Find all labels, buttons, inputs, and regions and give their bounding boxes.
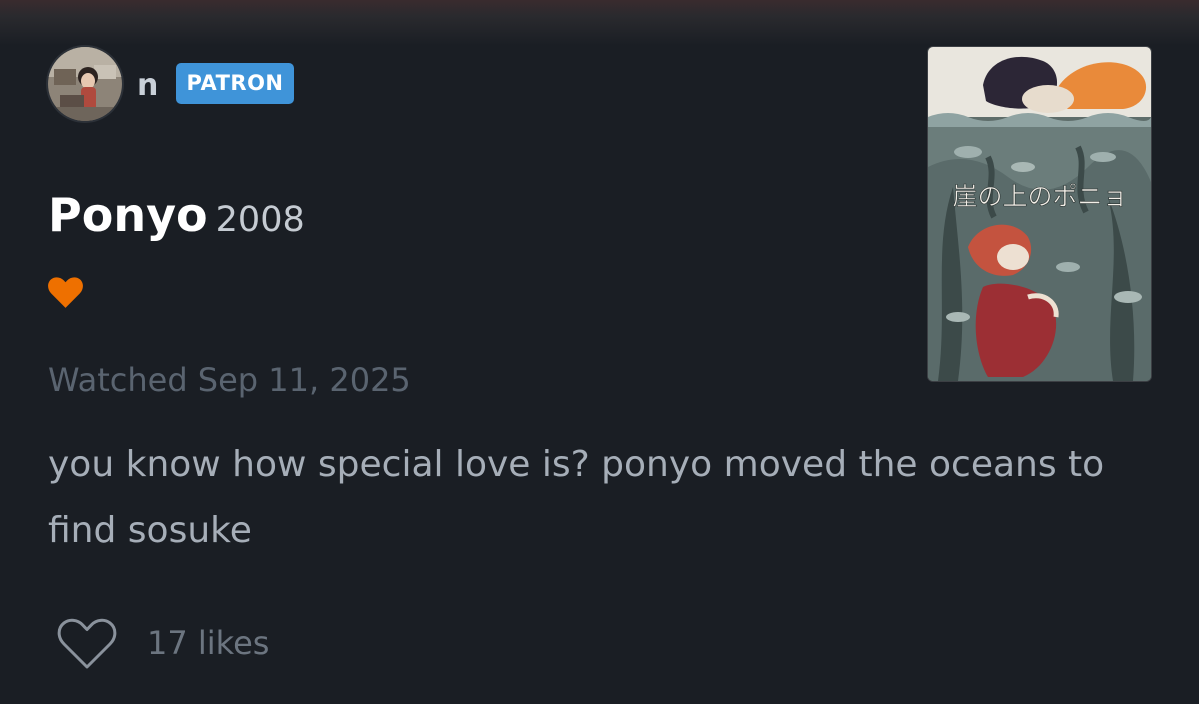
likes-count[interactable]: 17 likes	[147, 620, 269, 666]
heart-filled-icon	[48, 277, 83, 308]
film-title[interactable]: Ponyo	[48, 188, 208, 242]
patron-badge: PATRON	[176, 63, 294, 104]
poster-title-text: 崖の上のポニョ	[952, 182, 1127, 211]
header-fade	[0, 0, 1199, 46]
heart-outline-icon[interactable]	[56, 617, 118, 671]
watched-date: Watched Sep 11, 2025	[48, 361, 411, 399]
user-avatar[interactable]	[48, 47, 122, 121]
film-year[interactable]: 2008	[216, 200, 305, 240]
film-poster[interactable]: 崖の上のポニョ	[928, 47, 1151, 381]
review-text: you know how special love is? ponyo move…	[48, 444, 1105, 551]
username[interactable]: n	[137, 66, 158, 106]
film-heading: Ponyo 2008	[48, 180, 305, 255]
